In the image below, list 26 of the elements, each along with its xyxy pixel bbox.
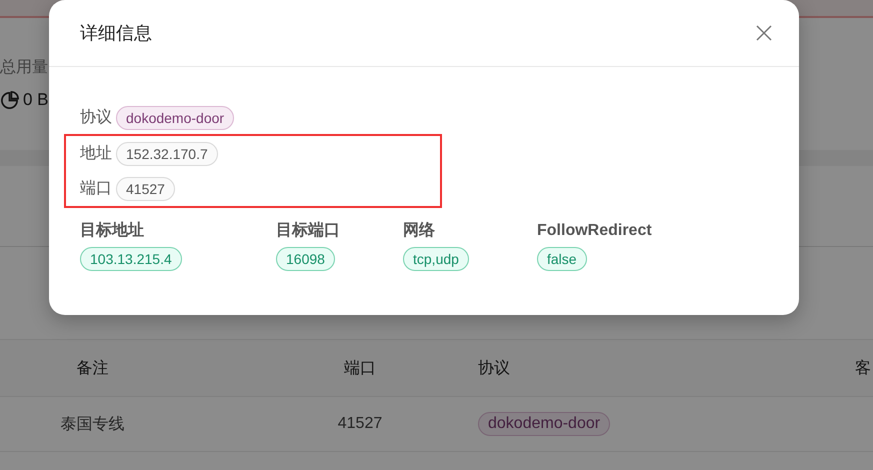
- table-cell-text: 41527: [336, 415, 384, 433]
- column-header: 备注: [76, 358, 110, 378]
- value-tag: false: [537, 247, 587, 271]
- pie-chart-icon: [0, 90, 19, 110]
- setting-label: FollowRedirect: [537, 221, 652, 241]
- protocol-tag: dokodemo-door: [478, 412, 610, 436]
- field-label: 端口: [80, 178, 112, 199]
- usage-value: 0 B: [23, 90, 49, 110]
- value-tag: tcp,udp: [403, 247, 469, 271]
- value-tag: 152.32.170.7: [116, 142, 218, 166]
- value-tag: dokodemo-door: [116, 106, 234, 130]
- close-icon: [756, 25, 772, 41]
- column-header: 端口: [343, 358, 377, 378]
- table-cell-text: 泰国专线: [60, 414, 126, 434]
- value-tag: 103.13.215.4: [80, 247, 182, 271]
- dialog-title: 详细信息: [80, 22, 152, 45]
- setting-label: 目标地址: [80, 220, 144, 241]
- usage-label: 总用量: [0, 58, 48, 78]
- value-tag: 16098: [276, 247, 335, 271]
- setting-label: 目标端口: [276, 220, 340, 241]
- field-label: 协议: [80, 108, 112, 128]
- field-label: 地址: [80, 144, 112, 164]
- setting-label: 网络: [403, 220, 435, 241]
- column-header: 客: [855, 358, 872, 378]
- value-tag: 41527: [116, 176, 175, 200]
- column-header: 协议: [477, 358, 511, 378]
